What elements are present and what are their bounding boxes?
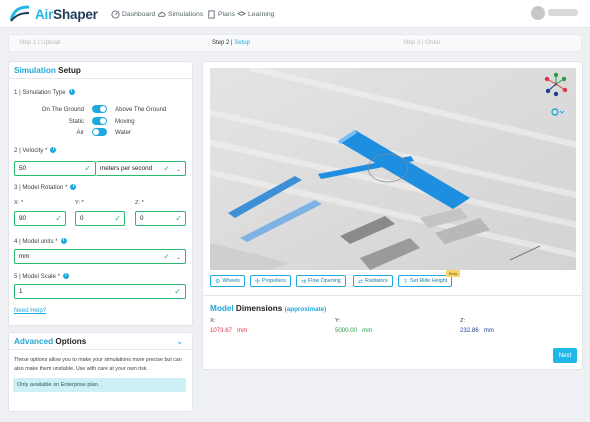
divider <box>203 295 582 296</box>
airshaper-logo[interactable]: AirShaper <box>10 4 110 24</box>
next-button[interactable]: Next <box>553 348 577 363</box>
ride-height-icon: ⇳ <box>403 278 409 285</box>
user-menu[interactable] <box>548 9 578 16</box>
divider <box>9 78 192 79</box>
airshaper-logo-icon <box>10 5 30 22</box>
step-order[interactable]: Step 3 | Order <box>403 40 441 46</box>
dim-y-label: Y: <box>335 318 341 324</box>
flow-opening-icon: ⇉ <box>301 278 307 285</box>
dim-z-value: 232.86 mm <box>460 327 494 334</box>
cloud-icon <box>158 11 166 17</box>
model-units-label: 4 | Model units * i <box>14 238 67 245</box>
rotation-z-label: Z: * <box>135 200 144 206</box>
beta-badge: Beta <box>446 270 460 277</box>
model-rotation-label: 3 | Model Rotation * i <box>14 184 77 191</box>
model-scale-input[interactable]: 1 ✓ <box>14 284 186 299</box>
toggle-medium: Air Water <box>76 128 132 136</box>
check-icon: ✓ <box>175 214 182 223</box>
chevron-down-icon: ⌄ <box>175 255 181 261</box>
check-icon: ✓ <box>163 252 170 261</box>
propeller-icon: ✣ <box>255 278 261 285</box>
medium-toggle[interactable] <box>92 128 107 136</box>
propellers-button[interactable]: ✣ Propellers <box>250 275 291 287</box>
nav-dashboard[interactable]: Dashboard <box>111 7 155 21</box>
check-icon: ✓ <box>84 164 91 173</box>
toggle-motion: Static Moving <box>68 117 135 125</box>
advanced-options-description: These options allow you to make your sim… <box>14 357 182 372</box>
chevron-down-icon: ⌄ <box>175 167 181 173</box>
3d-scene <box>210 68 576 270</box>
radiator-icon: ⇄ <box>358 278 364 285</box>
rotation-z-input[interactable]: 0 ✓ <box>135 211 186 226</box>
chevron-down-icon[interactable]: ⌄ <box>176 336 184 347</box>
advanced-options-title[interactable]: Advanced Options <box>14 337 86 346</box>
model-units-select[interactable]: mm ✓ ⌄ <box>14 249 186 264</box>
nav-simulations[interactable]: Simulations <box>157 7 203 21</box>
gear-icon[interactable] <box>551 108 565 116</box>
wheels-button[interactable]: ⚙ Wheels <box>210 275 246 287</box>
need-help-link[interactable]: Need Help? <box>14 307 46 314</box>
model-dimensions-title: Model Dimensions (approximate) <box>210 304 327 313</box>
step-setup[interactable]: Step 2 | Setup <box>212 40 250 46</box>
dim-x-label: X: <box>210 318 216 324</box>
step-progress-bar: Step 1 | Upload Step 2 | Setup Step 3 | … <box>8 34 582 52</box>
rotation-y-label: Y: * <box>75 200 84 206</box>
rotation-x-input[interactable]: 90 ✓ <box>14 211 66 226</box>
flow-opening-button[interactable]: ⇉ Flow Opening <box>296 275 346 287</box>
simulation-type-label: 1 | Simulation Type i <box>14 89 75 96</box>
ground-toggle[interactable] <box>92 105 107 113</box>
info-icon[interactable]: i <box>60 238 67 245</box>
set-ride-height-button[interactable]: ⇳ Set Ride Height <box>398 275 453 287</box>
enterprise-notice: Only available on Enterprise plan. <box>13 378 186 392</box>
model-scale-label: 5 | Model Scale * i <box>14 273 69 280</box>
3d-model-viewport[interactable] <box>210 68 576 270</box>
rotation-x-label: X: * <box>14 200 24 206</box>
wheel-icon: ⚙ <box>215 278 221 285</box>
check-icon: ✓ <box>114 214 121 223</box>
toggle-ground: On The Ground Above The Ground <box>41 105 167 113</box>
dim-x-value: 1073.67 mm <box>210 327 248 334</box>
dim-z-label: Z: <box>460 318 466 324</box>
divider <box>9 349 192 350</box>
info-icon[interactable]: i <box>50 147 57 154</box>
graduation-cap-icon <box>237 10 246 16</box>
simulation-setup-title: Simulation Setup <box>14 66 81 75</box>
gauge-icon <box>111 9 120 19</box>
velocity-input[interactable]: 50 ✓ <box>14 161 96 176</box>
dim-y-value: 5000.00 mm <box>335 327 373 334</box>
check-icon: ✓ <box>174 287 181 296</box>
info-icon[interactable]: i <box>62 273 69 280</box>
info-icon[interactable]: i <box>70 184 77 191</box>
radiators-button[interactable]: ⇄ Radiators <box>353 275 393 287</box>
check-icon: ✓ <box>55 214 62 223</box>
nav-learning[interactable]: Learning <box>237 7 274 21</box>
nav-plans[interactable]: Plans <box>207 7 235 21</box>
user-avatar[interactable] <box>531 6 545 20</box>
document-icon <box>208 9 215 19</box>
velocity-label: 2 | Velocity * i <box>14 147 57 154</box>
axis-gizmo-icon[interactable] <box>542 72 570 98</box>
info-icon[interactable]: i <box>68 89 75 96</box>
rotation-y-input[interactable]: 0 ✓ <box>75 211 125 226</box>
velocity-unit-select[interactable]: meters per second ✓ ⌄ <box>96 161 186 176</box>
step-upload[interactable]: Step 1 | Upload <box>19 40 60 46</box>
motion-toggle[interactable] <box>92 117 107 125</box>
check-icon: ✓ <box>163 164 170 173</box>
